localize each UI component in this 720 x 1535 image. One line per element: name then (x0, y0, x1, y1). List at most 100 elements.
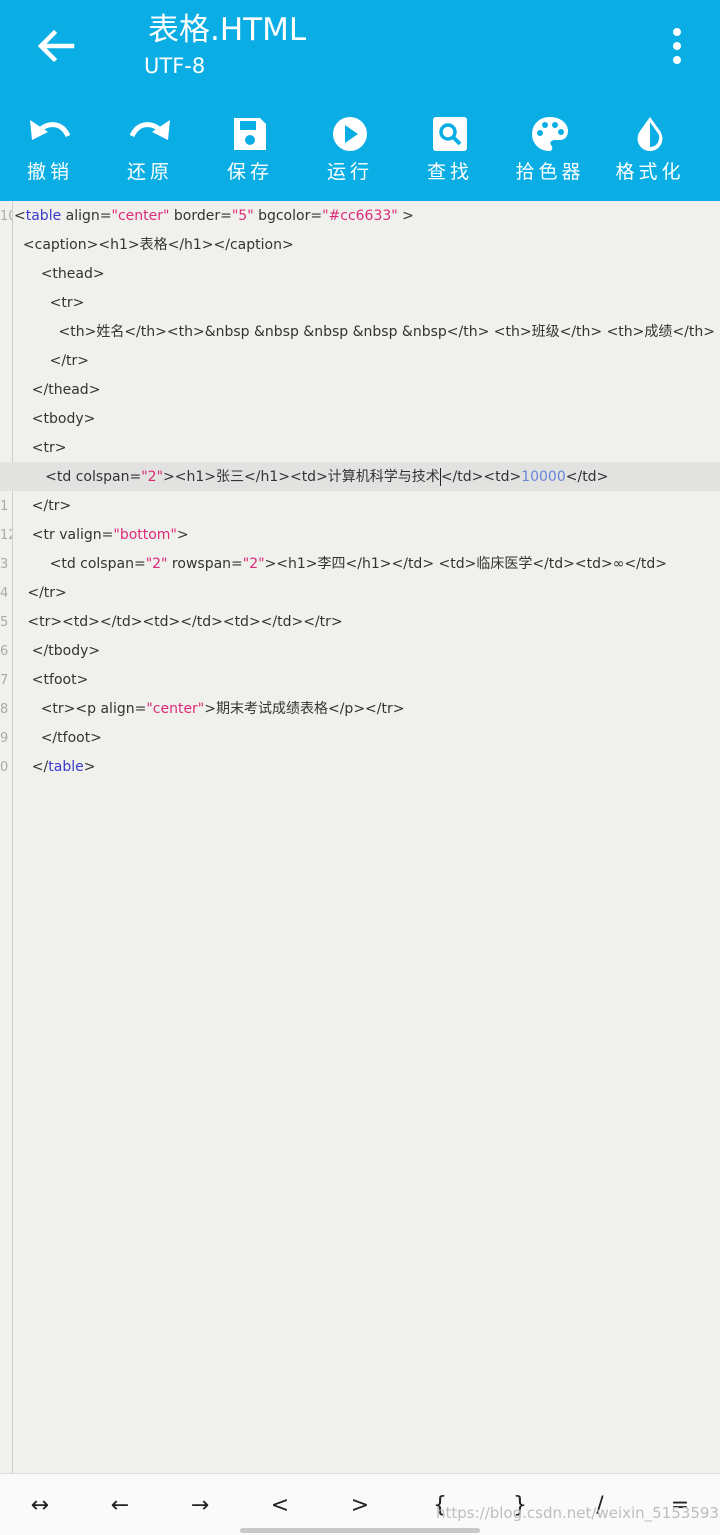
home-indicator[interactable] (240, 1528, 480, 1533)
run-button[interactable]: 运行 (300, 110, 400, 190)
app-bar: 表格.HTML UTF-8 撤销 还原 保存 运行 查找 拾色器 格式化 (0, 0, 720, 201)
code-token: <caption><h1>表格</h1></caption> (14, 237, 294, 253)
code-token: > (83, 759, 96, 775)
code-keyword: table (25, 208, 62, 224)
code-number: 10000 (521, 469, 566, 485)
undo-label: 撤销 (26, 161, 73, 183)
code-token: rowspan= (167, 556, 243, 572)
more-vert-icon (673, 28, 681, 64)
search-icon (433, 117, 467, 151)
line-number: 4 (0, 586, 9, 601)
code-token: <td colspan= (14, 469, 142, 485)
line-number: 8 (0, 702, 9, 717)
code-text: </tr> (14, 347, 89, 376)
redo-icon (129, 120, 170, 140)
code-token: <tbody> (14, 411, 96, 427)
code-string: "#cc6633" (322, 208, 398, 224)
format-drop-icon (637, 117, 663, 151)
code-token: <tr><p align= (14, 701, 147, 717)
save-button[interactable]: 保存 (200, 110, 300, 190)
code-string: "center" (111, 208, 170, 224)
symbol-key-arrow-right[interactable]: → (170, 1484, 230, 1528)
code-string: "center" (146, 701, 205, 717)
undo-icon (30, 120, 71, 140)
code-token: <tr> (14, 440, 67, 456)
code-string: "5" (231, 208, 254, 224)
redo-label: 还原 (126, 161, 173, 183)
code-text: <tr> (14, 434, 67, 463)
symbol-key-arrow-left[interactable]: ← (90, 1484, 150, 1528)
code-text: </tr> (14, 492, 71, 521)
line-number: 6 (0, 644, 9, 659)
code-text: <tr valign="bottom"> (14, 521, 189, 550)
arrow-left-icon (37, 29, 75, 63)
find-button[interactable]: 查找 (400, 110, 500, 190)
file-title: 表格.HTML (148, 12, 307, 48)
code-token: </td> (565, 469, 609, 485)
line-number: 12 (0, 528, 12, 543)
code-token: border= (169, 208, 232, 224)
play-icon (333, 117, 367, 151)
undo-button[interactable]: 撤销 (0, 110, 100, 190)
watermark: https://blog.csdn.net/weixin_51535930 (436, 1504, 720, 1522)
code-text: <caption><h1>表格</h1></caption> (14, 231, 294, 260)
code-token: <tfoot> (14, 672, 89, 688)
redo-button[interactable]: 还原 (100, 110, 200, 190)
code-text: </tr> (14, 579, 67, 608)
code-token: </td><td> (440, 469, 522, 485)
code-text: <tr><td></td><td></td><td></td></tr> (14, 608, 343, 637)
back-button[interactable] (26, 22, 86, 70)
code-token: <td colspan= (14, 556, 146, 572)
code-text: <thead> (14, 260, 105, 289)
color-picker-button[interactable]: 拾色器 (500, 110, 600, 190)
format-label: 格式化 (615, 161, 685, 183)
code-token: >期末考试成绩表格</p></tr> (204, 701, 405, 717)
color-picker-label: 拾色器 (515, 161, 585, 183)
code-text: <td colspan="2"><h1>张三</h1><td>计算机科学与技术<… (14, 463, 608, 492)
line-number-gutter (0, 201, 13, 1473)
code-string: "2" (242, 556, 265, 572)
code-token: </tr> (14, 585, 67, 601)
code-token: ><h1>李四</h1></td> <td>临床医学</td><td>∞</td… (264, 556, 667, 572)
code-token: </tr> (14, 498, 72, 514)
line-number: 7 (0, 673, 9, 688)
overflow-menu-button[interactable] (660, 24, 694, 68)
line-number: 5 (0, 615, 9, 630)
code-token: <tr> (14, 295, 85, 311)
code-token: <th>姓名</th><th>&nbsp &nbsp &nbsp &nbsp &… (14, 324, 715, 340)
code-text: <tbody> (14, 405, 96, 434)
code-token: </ (14, 759, 49, 775)
code-text: <th>姓名</th><th>&nbsp &nbsp &nbsp &nbsp &… (14, 318, 715, 347)
code-keyword: table (48, 759, 84, 775)
code-editor[interactable]: 10<table align="center" border="5" bgcol… (0, 201, 720, 1473)
save-icon (234, 118, 266, 150)
code-token: </tr> (14, 353, 90, 369)
code-token: align= (61, 208, 112, 224)
find-label: 查找 (426, 161, 473, 183)
line-number: 3 (0, 557, 9, 572)
line-number: 9 (0, 731, 9, 746)
symbol-key-less-than[interactable]: < (250, 1484, 310, 1528)
line-number: 1 (0, 499, 9, 514)
code-text: <tfoot> (14, 666, 89, 695)
code-string: "2" (141, 469, 164, 485)
save-label: 保存 (226, 161, 273, 183)
code-token: <tr valign= (14, 527, 114, 543)
code-text: <td colspan="2" rowspan="2"><h1>李四</h1><… (14, 550, 667, 579)
code-text: </tfoot> (14, 724, 102, 753)
code-token: <tr><td></td><td></td><td></td></tr> (14, 614, 343, 630)
symbol-key-arrow-both[interactable]: ↔ (10, 1484, 70, 1528)
code-text: </thead> (14, 376, 101, 405)
code-token: ><h1>张三</h1><td>计算机科学与技术 (163, 469, 440, 485)
code-token: <thead> (14, 266, 105, 282)
code-token: </tfoot> (14, 730, 102, 746)
format-button[interactable]: 格式化 (600, 110, 700, 190)
symbol-key-greater-than[interactable]: > (330, 1484, 390, 1528)
run-label: 运行 (326, 161, 373, 183)
code-token: </thead> (14, 382, 101, 398)
code-text: <tr><p align="center">期末考试成绩表格</p></tr> (14, 695, 405, 724)
code-token: > (397, 208, 414, 224)
code-token: < (14, 208, 26, 224)
encoding-label: UTF-8 (144, 54, 206, 78)
code-string: "bottom" (113, 527, 177, 543)
